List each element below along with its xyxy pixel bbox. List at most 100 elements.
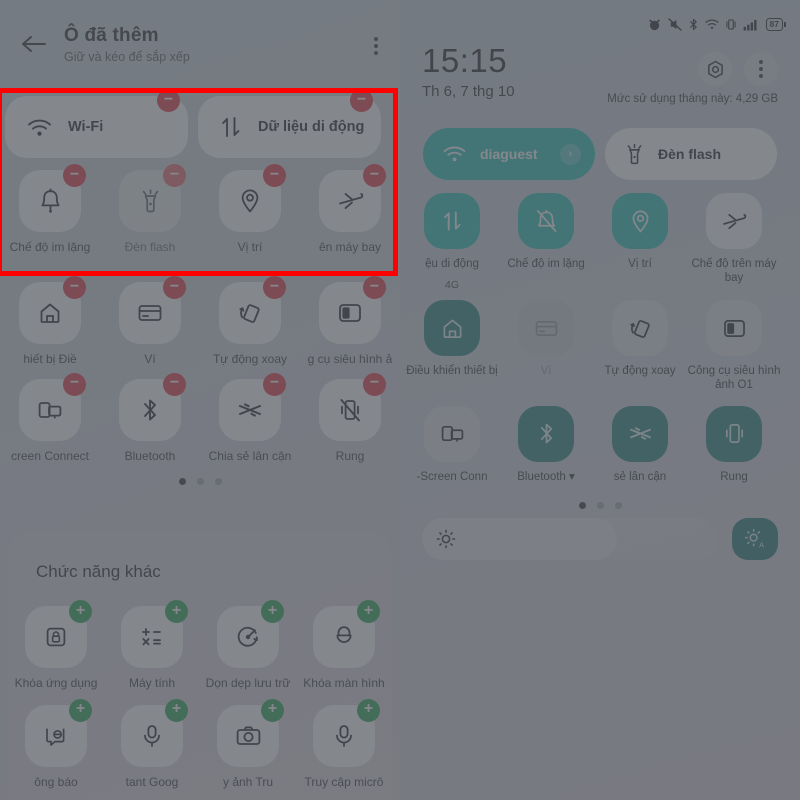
right-tile-row-4: -Screen Conn Bluetooth ▾ sẻ lân cận Rung bbox=[400, 405, 800, 492]
tile-device-control[interactable] bbox=[424, 300, 480, 356]
remove-badge[interactable]: − bbox=[363, 164, 386, 187]
tile-cell-location: − Vị trí bbox=[200, 164, 300, 255]
gear-icon[interactable] bbox=[698, 52, 732, 86]
tile-vibrate[interactable]: − bbox=[319, 372, 386, 441]
tile-assistant-mic[interactable]: + bbox=[121, 698, 188, 767]
tile-camera[interactable]: + bbox=[217, 698, 284, 767]
remove-badge[interactable]: − bbox=[157, 89, 180, 112]
tile-calculator[interactable]: + bbox=[121, 600, 188, 668]
tile-label: Bluetooth bbox=[124, 448, 176, 463]
more-vertical-icon[interactable] bbox=[374, 34, 378, 58]
page-subtitle: Giữ và kéo để sắp xếp bbox=[64, 49, 190, 64]
tile-label: diaguest bbox=[480, 146, 538, 162]
page-dot-2[interactable] bbox=[196, 477, 204, 485]
brightness-slider[interactable] bbox=[422, 518, 718, 560]
chevron-right-icon[interactable]: › bbox=[560, 143, 581, 165]
add-badge[interactable]: + bbox=[165, 698, 188, 722]
tile-storage-clean[interactable]: + bbox=[217, 600, 284, 668]
tile-label: Rung bbox=[720, 470, 748, 483]
remove-badge[interactable]: − bbox=[263, 372, 286, 396]
remove-badge[interactable]: − bbox=[63, 372, 86, 396]
more-vertical-icon[interactable] bbox=[744, 52, 778, 86]
tile-screen-connect[interactable]: − bbox=[19, 372, 86, 441]
page-dot-2[interactable] bbox=[596, 502, 604, 510]
tile-label: Ví bbox=[144, 352, 156, 366]
tile-auto-rotate[interactable] bbox=[612, 300, 668, 356]
remove-badge[interactable]: − bbox=[163, 164, 186, 187]
tile-nearby-share[interactable] bbox=[612, 405, 668, 462]
tile-wifi-network[interactable]: diaguest › bbox=[423, 128, 595, 180]
tile-vibrate[interactable] bbox=[706, 405, 762, 462]
remove-badge[interactable]: − bbox=[350, 89, 373, 112]
arrow-left-icon[interactable] bbox=[16, 27, 50, 61]
remove-badge[interactable]: − bbox=[363, 276, 386, 299]
add-badge[interactable]: + bbox=[261, 698, 284, 722]
tile-cell-picture-tool: Công cụ siêu hình ảnh O1 bbox=[687, 300, 781, 393]
tile-label: Vị trí bbox=[237, 240, 263, 254]
tile-label: Chia sẻ lân cận bbox=[208, 448, 292, 463]
add-badge[interactable]: + bbox=[69, 600, 92, 623]
page-dot-1[interactable] bbox=[578, 502, 586, 510]
tile-airplane-mode[interactable]: − bbox=[319, 164, 386, 232]
tile-picture-tool[interactable] bbox=[706, 300, 762, 356]
tile-wallet[interactable] bbox=[518, 300, 574, 356]
tile-wallet[interactable]: − bbox=[119, 276, 186, 344]
tile-silent-mode[interactable] bbox=[518, 193, 574, 249]
tile-label: Công cụ siêu hình ảnh O1 bbox=[687, 365, 781, 392]
tile-bluetooth[interactable]: − bbox=[119, 372, 186, 441]
page-dot-1[interactable] bbox=[178, 477, 186, 485]
tile-flashlight[interactable]: − bbox=[119, 164, 186, 232]
tile-wifi[interactable]: Wi-Fi − bbox=[5, 89, 188, 158]
remove-badge[interactable]: − bbox=[163, 372, 186, 396]
tile-cell-picture-tool: − g cụ siêu hình ả bbox=[300, 276, 400, 367]
tile-label: y ảnh Tru bbox=[222, 774, 274, 789]
tile-label: creen Connect bbox=[10, 448, 90, 463]
tile-location[interactable] bbox=[612, 193, 668, 249]
add-badge[interactable]: + bbox=[69, 698, 92, 722]
tile-label: Tự động xoay bbox=[604, 365, 676, 377]
tile-nearby-share[interactable]: − bbox=[219, 372, 286, 441]
mute-icon bbox=[667, 18, 682, 31]
left-header: Ô đã thêm Giữ và kéo để sắp xếp bbox=[0, 0, 400, 88]
more-row-1: + Khóa ứng dụng + Máy tính + Dọn dẹp lưu… bbox=[8, 600, 392, 691]
tile-device-control[interactable]: − bbox=[19, 276, 86, 344]
remove-badge[interactable]: − bbox=[363, 372, 386, 396]
wifi-icon bbox=[443, 145, 466, 163]
tile-cell-screen-lock: + Khóa màn hình bbox=[296, 600, 392, 691]
tile-picture-tool[interactable]: − bbox=[319, 276, 386, 344]
page-dot-3[interactable] bbox=[214, 477, 222, 485]
tile-bluetooth[interactable] bbox=[518, 405, 574, 462]
tile-location[interactable]: − bbox=[219, 164, 286, 232]
tile-label: sẻ lân cận bbox=[613, 470, 667, 483]
tile-app-lock[interactable]: + bbox=[25, 600, 92, 668]
tile-mobile-data[interactable] bbox=[424, 193, 480, 249]
right-page-indicator bbox=[400, 502, 800, 510]
add-badge[interactable]: + bbox=[357, 600, 380, 623]
tile-notification[interactable]: + bbox=[25, 698, 92, 767]
tile-flashlight[interactable]: Đèn flash bbox=[605, 128, 777, 180]
tile-mobile-data[interactable]: Dữ liệu di động − bbox=[198, 89, 381, 158]
remove-badge[interactable]: − bbox=[63, 164, 86, 187]
tile-auto-rotate[interactable]: − bbox=[219, 276, 286, 344]
tile-microphone-access[interactable]: + bbox=[313, 698, 380, 767]
remove-badge[interactable]: − bbox=[63, 276, 86, 299]
tile-cell-auto-rotate: − Tự động xoay bbox=[200, 276, 300, 367]
add-badge[interactable]: + bbox=[357, 698, 380, 722]
tile-screen-lock[interactable]: + bbox=[313, 600, 380, 668]
tile-screen-connect[interactable] bbox=[424, 405, 480, 462]
brightness-slider-fill bbox=[422, 518, 618, 560]
remove-badge[interactable]: − bbox=[263, 276, 286, 299]
tile-airplane-mode[interactable] bbox=[706, 193, 762, 249]
page-dot-3[interactable] bbox=[614, 502, 622, 510]
add-badge[interactable]: + bbox=[165, 600, 188, 623]
tile-label: Chế độ trên máy bay bbox=[691, 258, 777, 285]
remove-badge[interactable]: − bbox=[263, 164, 286, 187]
tile-label: Truy cập micrô bbox=[304, 774, 384, 789]
brightness-auto-icon[interactable]: A bbox=[732, 518, 778, 560]
add-badge[interactable]: + bbox=[261, 600, 284, 623]
tile-label: Máy tính bbox=[128, 676, 176, 690]
remove-badge[interactable]: − bbox=[163, 276, 186, 299]
tile-silent-mode[interactable]: − bbox=[19, 164, 86, 232]
left-page-indicator bbox=[0, 477, 400, 485]
tile-cell-flashlight: − Đèn flash bbox=[100, 164, 200, 255]
